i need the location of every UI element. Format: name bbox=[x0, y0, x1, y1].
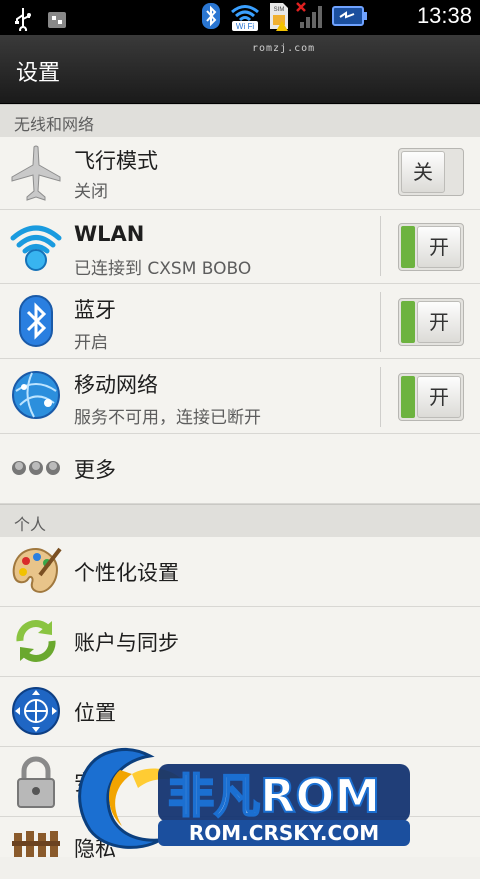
setting-title: 移动网络 bbox=[74, 373, 158, 397]
globe-icon bbox=[10, 369, 62, 421]
setting-title: 位置 bbox=[74, 701, 116, 725]
more-icon bbox=[10, 444, 62, 496]
setting-more[interactable]: 更多 bbox=[0, 434, 480, 504]
lock-icon bbox=[10, 755, 62, 808]
setting-accounts-sync[interactable]: 账户与同步 bbox=[0, 607, 480, 677]
toggle-track bbox=[401, 376, 415, 418]
setting-title: 个性化设置 bbox=[74, 561, 179, 585]
toggle-knob: 开 bbox=[417, 226, 461, 268]
section-label: 个人 bbox=[14, 515, 47, 534]
debug-icon bbox=[46, 6, 68, 32]
clock: 13:38 bbox=[416, 3, 472, 28]
setting-title: WLAN bbox=[74, 222, 145, 246]
section-header-wireless: 无线和网络 bbox=[0, 104, 480, 138]
logo-brand-text: 非凡ROM bbox=[168, 769, 380, 823]
mobile-network-toggle[interactable]: 开 bbox=[398, 373, 464, 421]
toggle-knob: 开 bbox=[417, 376, 461, 418]
setting-bluetooth[interactable]: 蓝牙 开启 开 bbox=[0, 284, 480, 359]
setting-subtitle: 服务不可用，连接已断开 bbox=[74, 408, 261, 428]
bluetooth-settings-icon bbox=[10, 294, 62, 347]
toggle-track bbox=[401, 301, 415, 343]
setting-mobile-network[interactable]: 移动网络 服务不可用，连接已断开 开 bbox=[0, 359, 480, 434]
setting-subtitle: 关闭 bbox=[74, 182, 108, 202]
wifi-icon: Wi Fi bbox=[228, 3, 262, 31]
toggle-knob: 关 bbox=[401, 151, 445, 193]
divider bbox=[380, 292, 381, 352]
wifi-settings-icon bbox=[10, 220, 62, 272]
setting-subtitle: 已连接到 CXSM BOBO bbox=[74, 259, 252, 279]
sync-icon bbox=[10, 615, 62, 667]
setting-title: 飞行模式 bbox=[74, 149, 158, 173]
setting-subtitle: 开启 bbox=[74, 333, 108, 353]
battery-icon bbox=[332, 3, 368, 29]
palette-icon bbox=[10, 545, 62, 597]
section-label: 无线和网络 bbox=[14, 115, 95, 134]
fence-icon bbox=[10, 827, 62, 879]
site-watermark: romzj.com bbox=[252, 43, 316, 54]
setting-title: 蓝牙 bbox=[74, 298, 116, 322]
airplane-icon bbox=[10, 145, 62, 201]
setting-personalize[interactable]: 个性化设置 bbox=[0, 537, 480, 607]
setting-airplane-mode[interactable]: 飞行模式 关闭 关 bbox=[0, 137, 480, 210]
divider bbox=[380, 367, 381, 427]
usb-icon bbox=[12, 6, 34, 32]
sim-label: SIM bbox=[274, 7, 285, 13]
sim-icon: SIM bbox=[268, 3, 290, 31]
divider bbox=[380, 216, 381, 276]
bluetooth-icon bbox=[200, 3, 222, 29]
bluetooth-toggle[interactable]: 开 bbox=[398, 298, 464, 346]
action-bar: 设置 romzj.com bbox=[0, 35, 480, 106]
airplane-mode-toggle[interactable]: 关 bbox=[398, 148, 464, 196]
setting-title: 账户与同步 bbox=[74, 631, 179, 655]
section-header-personal: 个人 bbox=[0, 504, 480, 538]
setting-location[interactable]: 位置 bbox=[0, 677, 480, 747]
crsky-watermark-logo: 非凡ROM ROM.CRSKY.COM bbox=[70, 740, 420, 853]
page-title: 设置 bbox=[16, 61, 61, 86]
wlan-toggle[interactable]: 开 bbox=[398, 223, 464, 271]
toggle-track bbox=[401, 226, 415, 268]
status-bar: Wi Fi SIM 13:38 bbox=[0, 0, 480, 35]
toggle-knob: 开 bbox=[417, 301, 461, 343]
setting-wlan[interactable]: WLAN 已连接到 CXSM BOBO 开 bbox=[0, 210, 480, 284]
logo-url-text: ROM.CRSKY.COM bbox=[189, 821, 379, 845]
setting-title: 更多 bbox=[74, 458, 116, 482]
location-icon bbox=[10, 685, 62, 737]
signal-icon bbox=[296, 2, 326, 29]
wifi-label: Wi Fi bbox=[236, 22, 254, 31]
